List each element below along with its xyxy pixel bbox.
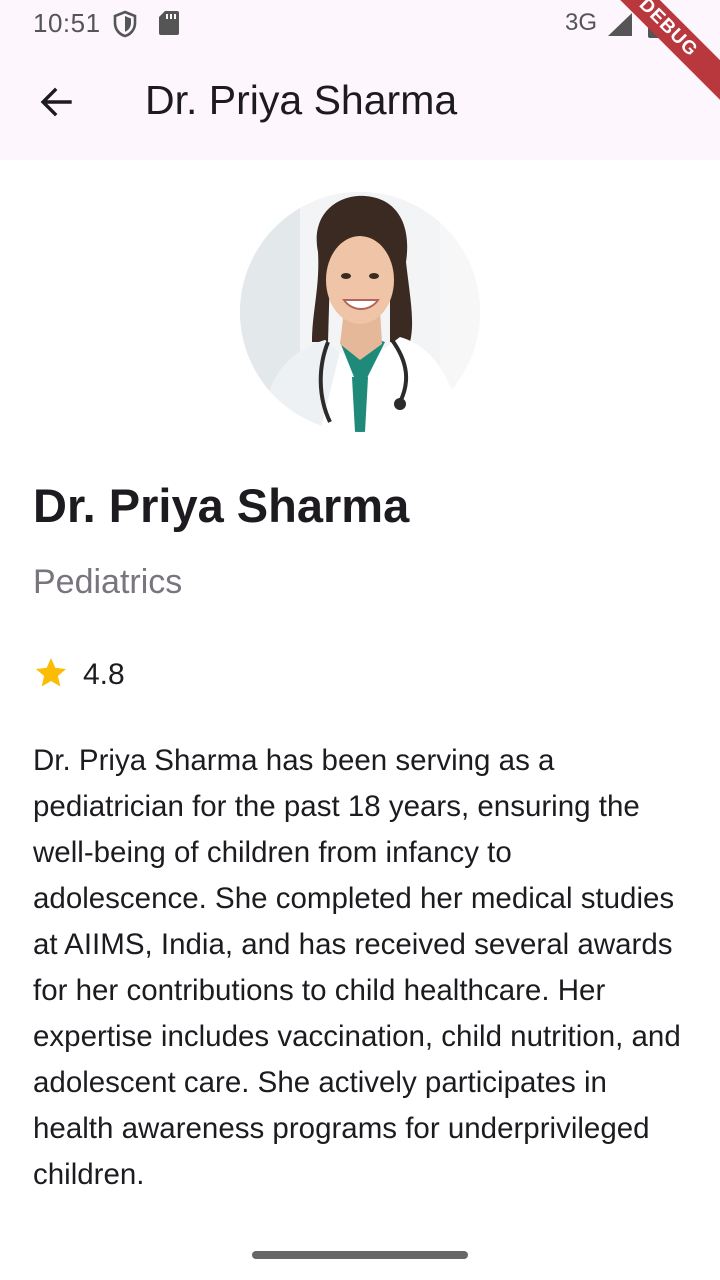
status-time: 10:51 [33,8,101,38]
rating-row: 4.8 [33,655,125,695]
sd-card-icon [158,10,180,41]
back-button[interactable] [24,80,88,128]
arrow-back-icon [38,84,74,125]
star-icon [33,655,69,696]
network-type: 3G [565,9,598,36]
rating-value: 4.8 [83,658,125,691]
doctor-specialty: Pediatrics [33,563,183,601]
app-bar-title: Dr. Priya Sharma [145,77,458,123]
doctor-name: Dr. Priya Sharma [33,479,410,532]
doctor-bio: Dr. Priya Sharma has been serving as a p… [33,744,681,1191]
signal-icon [606,12,634,43]
shield-icon [112,10,138,43]
app-bar: Dr. Priya Sharma [0,48,720,160]
status-bar: 10:51 3G [0,0,720,48]
home-indicator[interactable] [252,1251,468,1259]
doctor-avatar [240,192,480,432]
